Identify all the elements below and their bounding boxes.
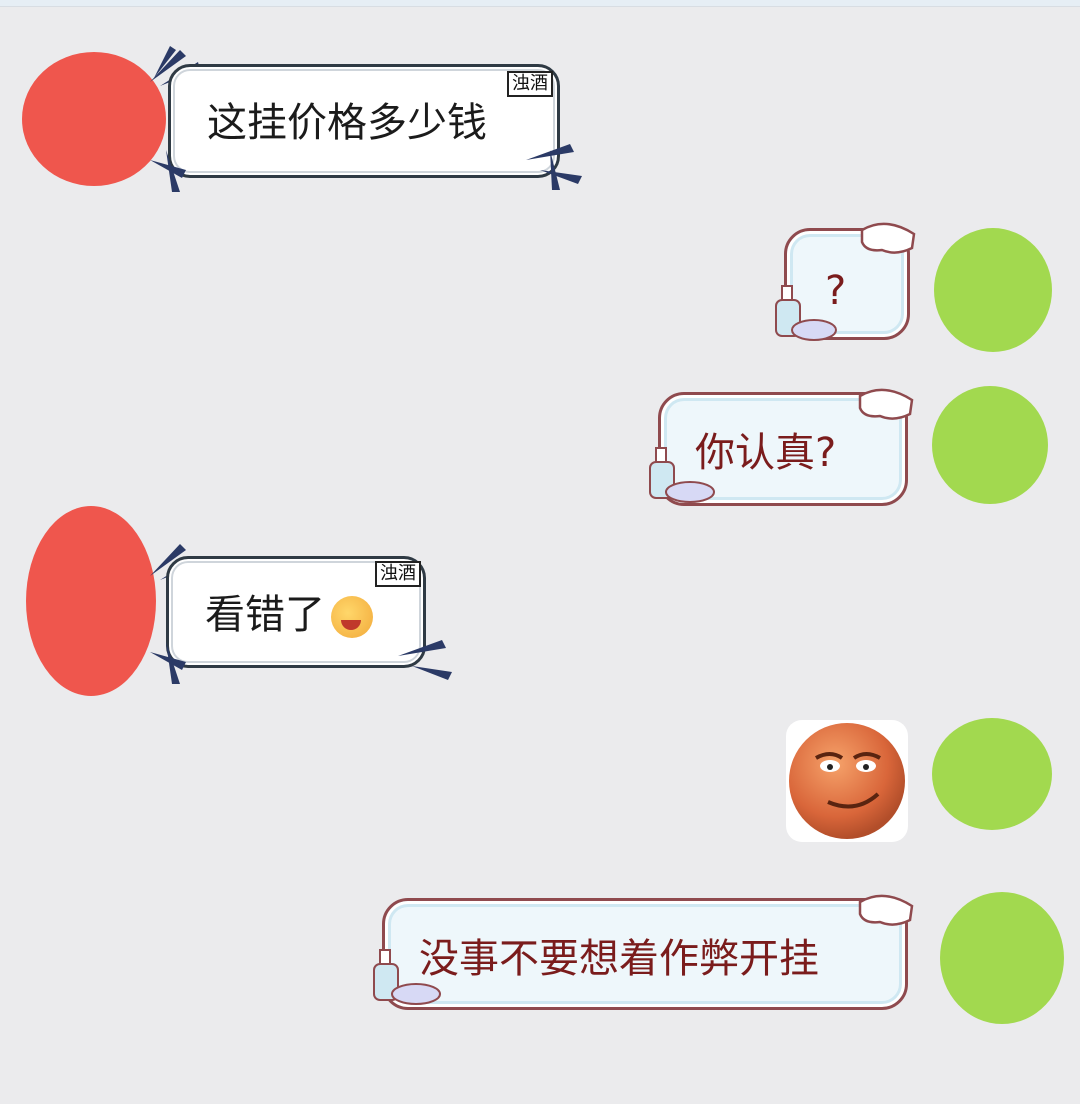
smirking-orange-ball-sticker-icon bbox=[789, 723, 905, 839]
message-bubble-incoming[interactable]: 这挂价格多少钱 浊酒 bbox=[168, 64, 560, 178]
nickname-tag: 浊酒 bbox=[507, 71, 553, 97]
message-text: ? bbox=[825, 268, 847, 314]
avatar-redacted[interactable] bbox=[934, 228, 1052, 352]
message-text-content: 看错了 bbox=[205, 592, 325, 638]
message-bubble-outgoing[interactable]: 没事不要想着作弊开挂 bbox=[382, 898, 908, 1010]
message-text: 没事不要想着作弊开挂 bbox=[419, 936, 819, 982]
message-text: 你认真? bbox=[695, 430, 837, 476]
nickname-tag: 浊酒 bbox=[375, 561, 421, 587]
message-text: 这挂价格多少钱 bbox=[207, 100, 487, 146]
avatar-redacted[interactable] bbox=[932, 718, 1052, 830]
chat-thread[interactable]: 这挂价格多少钱 浊酒 ? 你认真? 看错了 浊酒 没事不要想着作弊开挂 bbox=[0, 0, 1080, 1104]
avatar-redacted[interactable] bbox=[26, 506, 156, 696]
facepalm-laugh-emoji-icon bbox=[331, 596, 373, 638]
message-bubble-incoming[interactable]: 看错了 浊酒 bbox=[166, 556, 426, 668]
sticker-message[interactable] bbox=[786, 720, 908, 842]
message-bubble-outgoing[interactable]: 你认真? bbox=[658, 392, 908, 506]
avatar-redacted[interactable] bbox=[22, 52, 166, 186]
message-bubble-outgoing[interactable]: ? bbox=[784, 228, 910, 340]
avatar-redacted[interactable] bbox=[940, 892, 1064, 1024]
message-text: 看错了 bbox=[205, 595, 373, 638]
avatar-redacted[interactable] bbox=[932, 386, 1048, 504]
